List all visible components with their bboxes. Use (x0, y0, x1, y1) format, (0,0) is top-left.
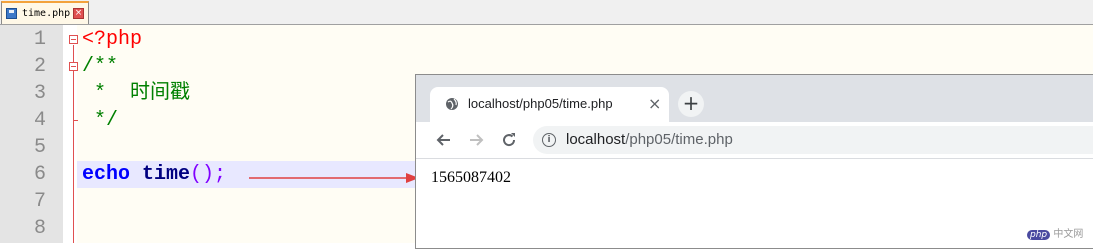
line-number: 4 (33, 109, 46, 132)
code-line-php-open-tag: <?php (82, 28, 143, 51)
url-host: localhost (566, 131, 626, 148)
new-tab-icon[interactable]: + (678, 91, 704, 117)
line-number: 1 (33, 28, 46, 51)
line-number: 2 (33, 55, 46, 78)
close-icon[interactable]: × (73, 8, 84, 19)
code-function-time: time (142, 163, 191, 186)
fold-collapse-icon[interactable] (69, 62, 78, 71)
url-text: localhost/php05/time.php (566, 131, 733, 148)
forward-arrow-icon[interactable] (466, 130, 486, 150)
line-number: 3 (33, 82, 46, 105)
file-tab-label: time.php (22, 8, 71, 19)
line-number: 5 (33, 136, 46, 159)
tab-close-icon[interactable]: × (648, 94, 661, 113)
browser-toolbar: i localhost/php05/time.php (416, 122, 1093, 159)
page-output-timestamp: 1565087402 (431, 169, 511, 186)
annotation-arrow (249, 173, 419, 183)
fold-end-marker (73, 120, 78, 121)
watermark-text: 中文网 (1053, 229, 1084, 240)
browser-window: localhost/php05/time.php × + i localhost… (415, 74, 1093, 249)
line-number: 6 (33, 163, 46, 186)
browser-tab-strip: localhost/php05/time.php × + (416, 75, 1093, 122)
address-bar[interactable]: i localhost/php05/time.php (533, 126, 1093, 154)
fold-collapse-icon[interactable] (69, 35, 78, 44)
reload-icon[interactable] (499, 130, 519, 150)
globe-icon (446, 98, 458, 110)
line-number: 7 (33, 190, 46, 213)
code-line-comment-text: * 时间戳 (82, 82, 191, 105)
file-tab-time-php[interactable]: time.php × (1, 1, 89, 24)
info-icon[interactable]: i (542, 133, 556, 147)
code-call-parens: (); (190, 163, 227, 186)
save-icon (6, 8, 17, 19)
watermark-logo: php 中文网 (1027, 225, 1083, 240)
editor-tab-bar: time.php × (0, 0, 1093, 25)
code-line-comment-end: */ (82, 109, 119, 132)
watermark-badge: php (1027, 230, 1051, 240)
code-keyword-echo: echo (82, 163, 131, 186)
back-arrow-icon[interactable] (434, 130, 454, 150)
fold-line (73, 45, 74, 243)
fold-margin (63, 25, 77, 243)
code-line-echo: echo time(); (82, 161, 226, 188)
line-number: 8 (33, 217, 46, 240)
browser-tab[interactable]: localhost/php05/time.php × (430, 87, 669, 122)
code-line-comment-start: /** (82, 55, 119, 78)
browser-tab-title: localhost/php05/time.php (468, 96, 613, 111)
url-path: /php05/time.php (625, 131, 733, 148)
